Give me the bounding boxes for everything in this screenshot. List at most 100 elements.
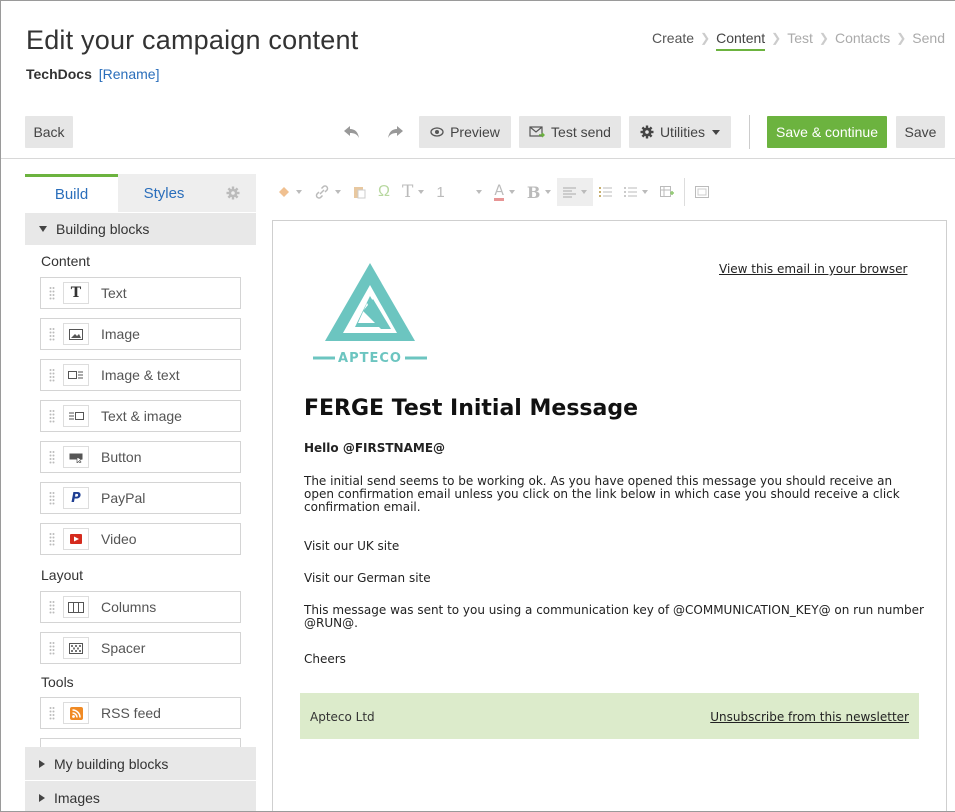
tab-build[interactable]: Build <box>25 174 118 212</box>
my-building-blocks-label: My building blocks <box>54 755 169 772</box>
omega-icon: Ω <box>378 183 390 200</box>
email-signoff[interactable]: Cheers <box>304 653 346 666</box>
building-blocks-label: Building blocks <box>56 221 150 237</box>
columns-icon <box>63 596 89 618</box>
rename-link[interactable]: [Rename] <box>99 66 160 82</box>
link-dropdown[interactable] <box>308 178 347 206</box>
block-text-image[interactable]: Text & image <box>40 400 241 432</box>
block-label: Button <box>101 449 142 465</box>
utilities-dropdown[interactable]: Utilities <box>629 116 731 148</box>
email-footer[interactable]: Apteco Ltd Unsubscribe from this newslet… <box>300 693 919 739</box>
numbered-list-button[interactable] <box>593 178 618 206</box>
source-icon <box>695 186 710 198</box>
block-button[interactable]: Button <box>40 441 241 473</box>
font-t-icon: T <box>401 182 414 202</box>
body-line: confirmation email. <box>304 500 421 514</box>
source-code-button[interactable] <box>689 178 715 206</box>
step-send[interactable]: Send <box>912 30 945 46</box>
german-site-link[interactable]: Visit our German site <box>304 572 431 585</box>
apteco-logo: APTECO <box>311 259 429 369</box>
block-columns[interactable]: Columns <box>40 591 241 623</box>
panel-tabs: Build Styles <box>25 174 256 212</box>
block-spacer[interactable]: Spacer <box>40 632 241 664</box>
tab-settings[interactable] <box>210 174 256 212</box>
chevron-right-icon: ❯ <box>896 31 907 45</box>
toolbar-divider <box>684 178 686 206</box>
bold-dropdown[interactable]: B <box>521 178 558 206</box>
campaign-editor-window: Edit your campaign content TechDocs [Ren… <box>0 0 955 812</box>
drag-handle-icon[interactable] <box>41 600 63 614</box>
gear-icon <box>226 186 240 200</box>
view-in-browser-link[interactable]: View this email in your browser <box>719 262 907 276</box>
drag-handle-icon[interactable] <box>41 409 63 423</box>
building-blocks-list[interactable]: Content T Text Image Image & text Text &… <box>25 244 256 747</box>
uk-site-link[interactable]: Visit our UK site <box>304 540 399 553</box>
campaign-name-text: TechDocs <box>26 66 92 82</box>
special-char-button[interactable]: Ω <box>372 178 396 206</box>
step-content[interactable]: Content <box>716 30 766 51</box>
block-label: Spacer <box>101 640 146 656</box>
block-image-text[interactable]: Image & text <box>40 359 241 391</box>
font-size-dropdown[interactable]: 1 <box>430 178 488 206</box>
drag-handle-icon[interactable] <box>41 368 63 382</box>
button-icon <box>63 446 89 468</box>
drag-handle-icon[interactable] <box>41 532 63 546</box>
block-text[interactable]: T Text <box>40 277 241 309</box>
key-line: @RUN@. <box>304 616 358 630</box>
rich-text-toolbar: Ω T 1 A B <box>271 172 946 212</box>
paste-button[interactable] <box>347 178 372 206</box>
block-paypal[interactable]: P PayPal <box>40 482 241 514</box>
toolbar-divider <box>749 115 750 149</box>
email-body-paragraph[interactable]: The initial send seems to be working ok.… <box>304 475 900 514</box>
chevron-right-icon: ❯ <box>700 31 711 45</box>
paypal-icon: P <box>63 487 89 509</box>
image-icon <box>63 323 89 345</box>
email-greeting[interactable]: Hello @FIRSTNAME@ <box>304 442 445 455</box>
drag-handle-icon[interactable] <box>41 706 63 720</box>
drag-handle-icon[interactable] <box>41 450 63 464</box>
preview-button[interactable]: Preview <box>419 116 511 148</box>
insert-table-button[interactable] <box>654 178 680 206</box>
save-continue-button[interactable]: Save & continue <box>767 116 887 148</box>
step-test[interactable]: Test <box>787 30 813 46</box>
tab-styles[interactable]: Styles <box>118 174 210 212</box>
page-title: Edit your campaign content <box>26 25 359 55</box>
block-video[interactable]: Video <box>40 523 241 555</box>
campaign-name: TechDocs [Rename] <box>26 66 159 82</box>
envelope-send-icon <box>529 126 546 138</box>
bullet-list-dropdown[interactable] <box>618 178 654 206</box>
drag-handle-icon[interactable] <box>41 286 63 300</box>
text-color-dropdown[interactable] <box>271 178 308 206</box>
step-contacts[interactable]: Contacts <box>835 30 890 46</box>
header-divider <box>1 158 955 159</box>
block-image[interactable]: Image <box>40 318 241 350</box>
key-line: This message was sent to you using a com… <box>304 603 924 617</box>
drag-handle-icon[interactable] <box>41 641 63 655</box>
communication-key-paragraph[interactable]: This message was sent to you using a com… <box>304 604 924 630</box>
group-label-layout: Layout <box>41 567 84 583</box>
block-rss-feed[interactable]: RSS feed <box>40 697 241 729</box>
step-create[interactable]: Create <box>652 30 694 46</box>
redo-button[interactable] <box>380 116 410 148</box>
text-icon: T <box>63 282 89 304</box>
back-button[interactable]: Back <box>25 116 73 148</box>
images-header[interactable]: Images <box>25 781 256 811</box>
unsubscribe-link[interactable]: Unsubscribe from this newsletter <box>710 710 909 724</box>
save-button[interactable]: Save <box>896 116 945 148</box>
align-dropdown[interactable] <box>557 178 594 206</box>
clipboard-icon <box>354 187 366 199</box>
email-heading[interactable]: FERGE Test Initial Message <box>304 396 638 421</box>
font-color-dropdown[interactable]: A <box>488 178 521 206</box>
font-family-dropdown[interactable]: T <box>396 178 430 206</box>
test-send-button[interactable]: Test send <box>519 116 621 148</box>
block-partial[interactable] <box>40 738 241 747</box>
my-building-blocks-header[interactable]: My building blocks <box>25 747 256 780</box>
undo-button[interactable] <box>337 116 367 148</box>
drag-handle-icon[interactable] <box>41 491 63 505</box>
redo-icon <box>388 126 403 138</box>
building-blocks-header[interactable]: Building blocks <box>25 213 256 245</box>
preview-label: Preview <box>450 124 500 140</box>
block-label: PayPal <box>101 490 146 506</box>
group-label-tools: Tools <box>41 674 74 690</box>
drag-handle-icon[interactable] <box>41 327 63 341</box>
